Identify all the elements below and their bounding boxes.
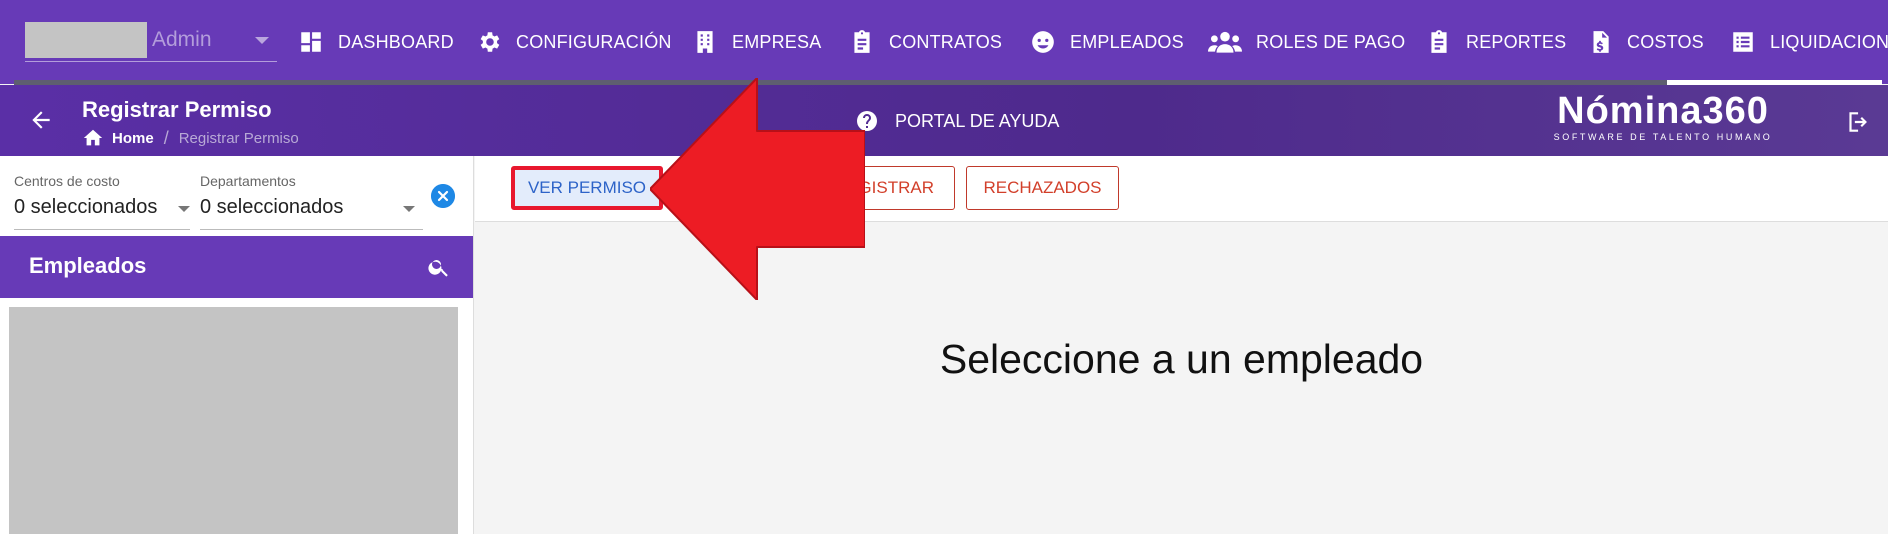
breadcrumb-current: Registrar Permiso — [178, 129, 299, 147]
nav-item-label: REPORTES — [1466, 31, 1567, 52]
empty-state-message: Seleccione a un empleado — [939, 336, 1424, 382]
nav-item-empleados[interactable]: EMPLEADOS — [1030, 24, 1184, 60]
page-header: Registrar Permiso Home / Registrar Permi… — [0, 85, 1888, 156]
nav-item-dashboard[interactable]: DASHBOARD — [298, 24, 454, 60]
rejected-button[interactable]: RECHAZADOS — [966, 166, 1119, 210]
nav-item-label: DASHBOARD — [338, 31, 454, 52]
nav-item-label: CONTRATOS — [889, 31, 1003, 52]
sidebar: Centros de costo 0 seleccionados Departa… — [0, 156, 474, 534]
nav-item-liquidaciones[interactable]: LIQUIDACIONES — [1730, 24, 1888, 60]
list-icon — [1733, 32, 1753, 52]
user-selector[interactable]: Admin — [25, 22, 277, 62]
clipboard-icon — [1431, 30, 1447, 53]
employees-title: Empleados — [29, 253, 147, 278]
breadcrumb-separator: / — [163, 127, 169, 148]
breadcrumb: Home / Registrar Permiso — [82, 127, 299, 149]
view-permission-button[interactable]: VER PERMISO — [511, 166, 663, 210]
nav-item-contratos[interactable]: CONTRATOS — [849, 24, 1002, 60]
building-icon — [697, 31, 713, 53]
page-title: Registrar Permiso — [82, 97, 272, 122]
clipboard-icon — [854, 30, 870, 53]
nav-item-empresa[interactable]: EMPRESA — [692, 24, 821, 60]
user-avatar — [25, 22, 147, 58]
dashboard-icon — [301, 32, 321, 52]
nav-item-reportes[interactable]: REPORTES — [1426, 24, 1566, 60]
nav-item-label: EMPRESA — [732, 31, 822, 52]
help-portal-link[interactable]: PORTAL DE AYUDA — [855, 109, 1059, 133]
nav-item-label: LIQUIDACIONES — [1770, 31, 1888, 52]
chevron-down-icon — [178, 206, 190, 212]
dollar-file-icon — [1593, 31, 1609, 53]
breadcrumb-home[interactable]: Home — [112, 130, 154, 147]
gear-icon — [480, 32, 500, 52]
cost-center-value: 0 seleccionados — [14, 196, 158, 218]
employees-header: Empleados — [0, 236, 473, 298]
nav-item-costos[interactable]: COSTOS — [1587, 24, 1704, 60]
chevron-down-icon — [403, 206, 415, 212]
nav-item-label: COSTOS — [1627, 31, 1704, 52]
cost-center-underline — [14, 229, 190, 230]
nav-item-label: CONFIGURACIÓN — [516, 31, 672, 52]
department-underline — [200, 229, 423, 230]
people-icon — [1208, 31, 1242, 53]
logout-icon[interactable] — [1844, 109, 1870, 135]
brand-tagline: SOFTWARE DE TALENTO HUMANO — [1553, 132, 1773, 142]
red-arrow-annotation — [650, 78, 865, 300]
department-value: 0 seleccionados — [200, 196, 344, 218]
top-navigation: Admin DASHBOARD CONFIGURACIÓN EMPRESA CO… — [0, 0, 1888, 85]
nav-item-configuracion[interactable]: CONFIGURACIÓN — [476, 24, 672, 60]
nav-item-roles-de-pago[interactable]: ROLES DE PAGO — [1208, 24, 1405, 60]
cost-center-label: Centros de costo — [14, 173, 120, 189]
chevron-down-icon — [255, 37, 269, 44]
user-name: Admin — [152, 28, 212, 51]
nav-item-label: ROLES DE PAGO — [1256, 31, 1406, 52]
department-label: Departamentos — [200, 173, 296, 189]
employee-list-placeholder — [9, 307, 458, 534]
help-portal-label: PORTAL DE AYUDA — [895, 110, 1060, 131]
back-arrow-icon[interactable] — [28, 107, 54, 133]
brand-logo: Nómina360 SOFTWARE DE TALENTO HUMANO — [1550, 91, 1776, 142]
clear-filters-icon[interactable] — [431, 184, 455, 208]
home-icon — [83, 129, 103, 146]
nav-item-label: EMPLEADOS — [1070, 31, 1184, 52]
brand-name: Nómina360 — [1557, 90, 1769, 132]
app-window: Admin DASHBOARD CONFIGURACIÓN EMPRESA CO… — [0, 0, 1888, 534]
face-icon — [1032, 31, 1054, 53]
search-icon[interactable] — [427, 255, 451, 279]
